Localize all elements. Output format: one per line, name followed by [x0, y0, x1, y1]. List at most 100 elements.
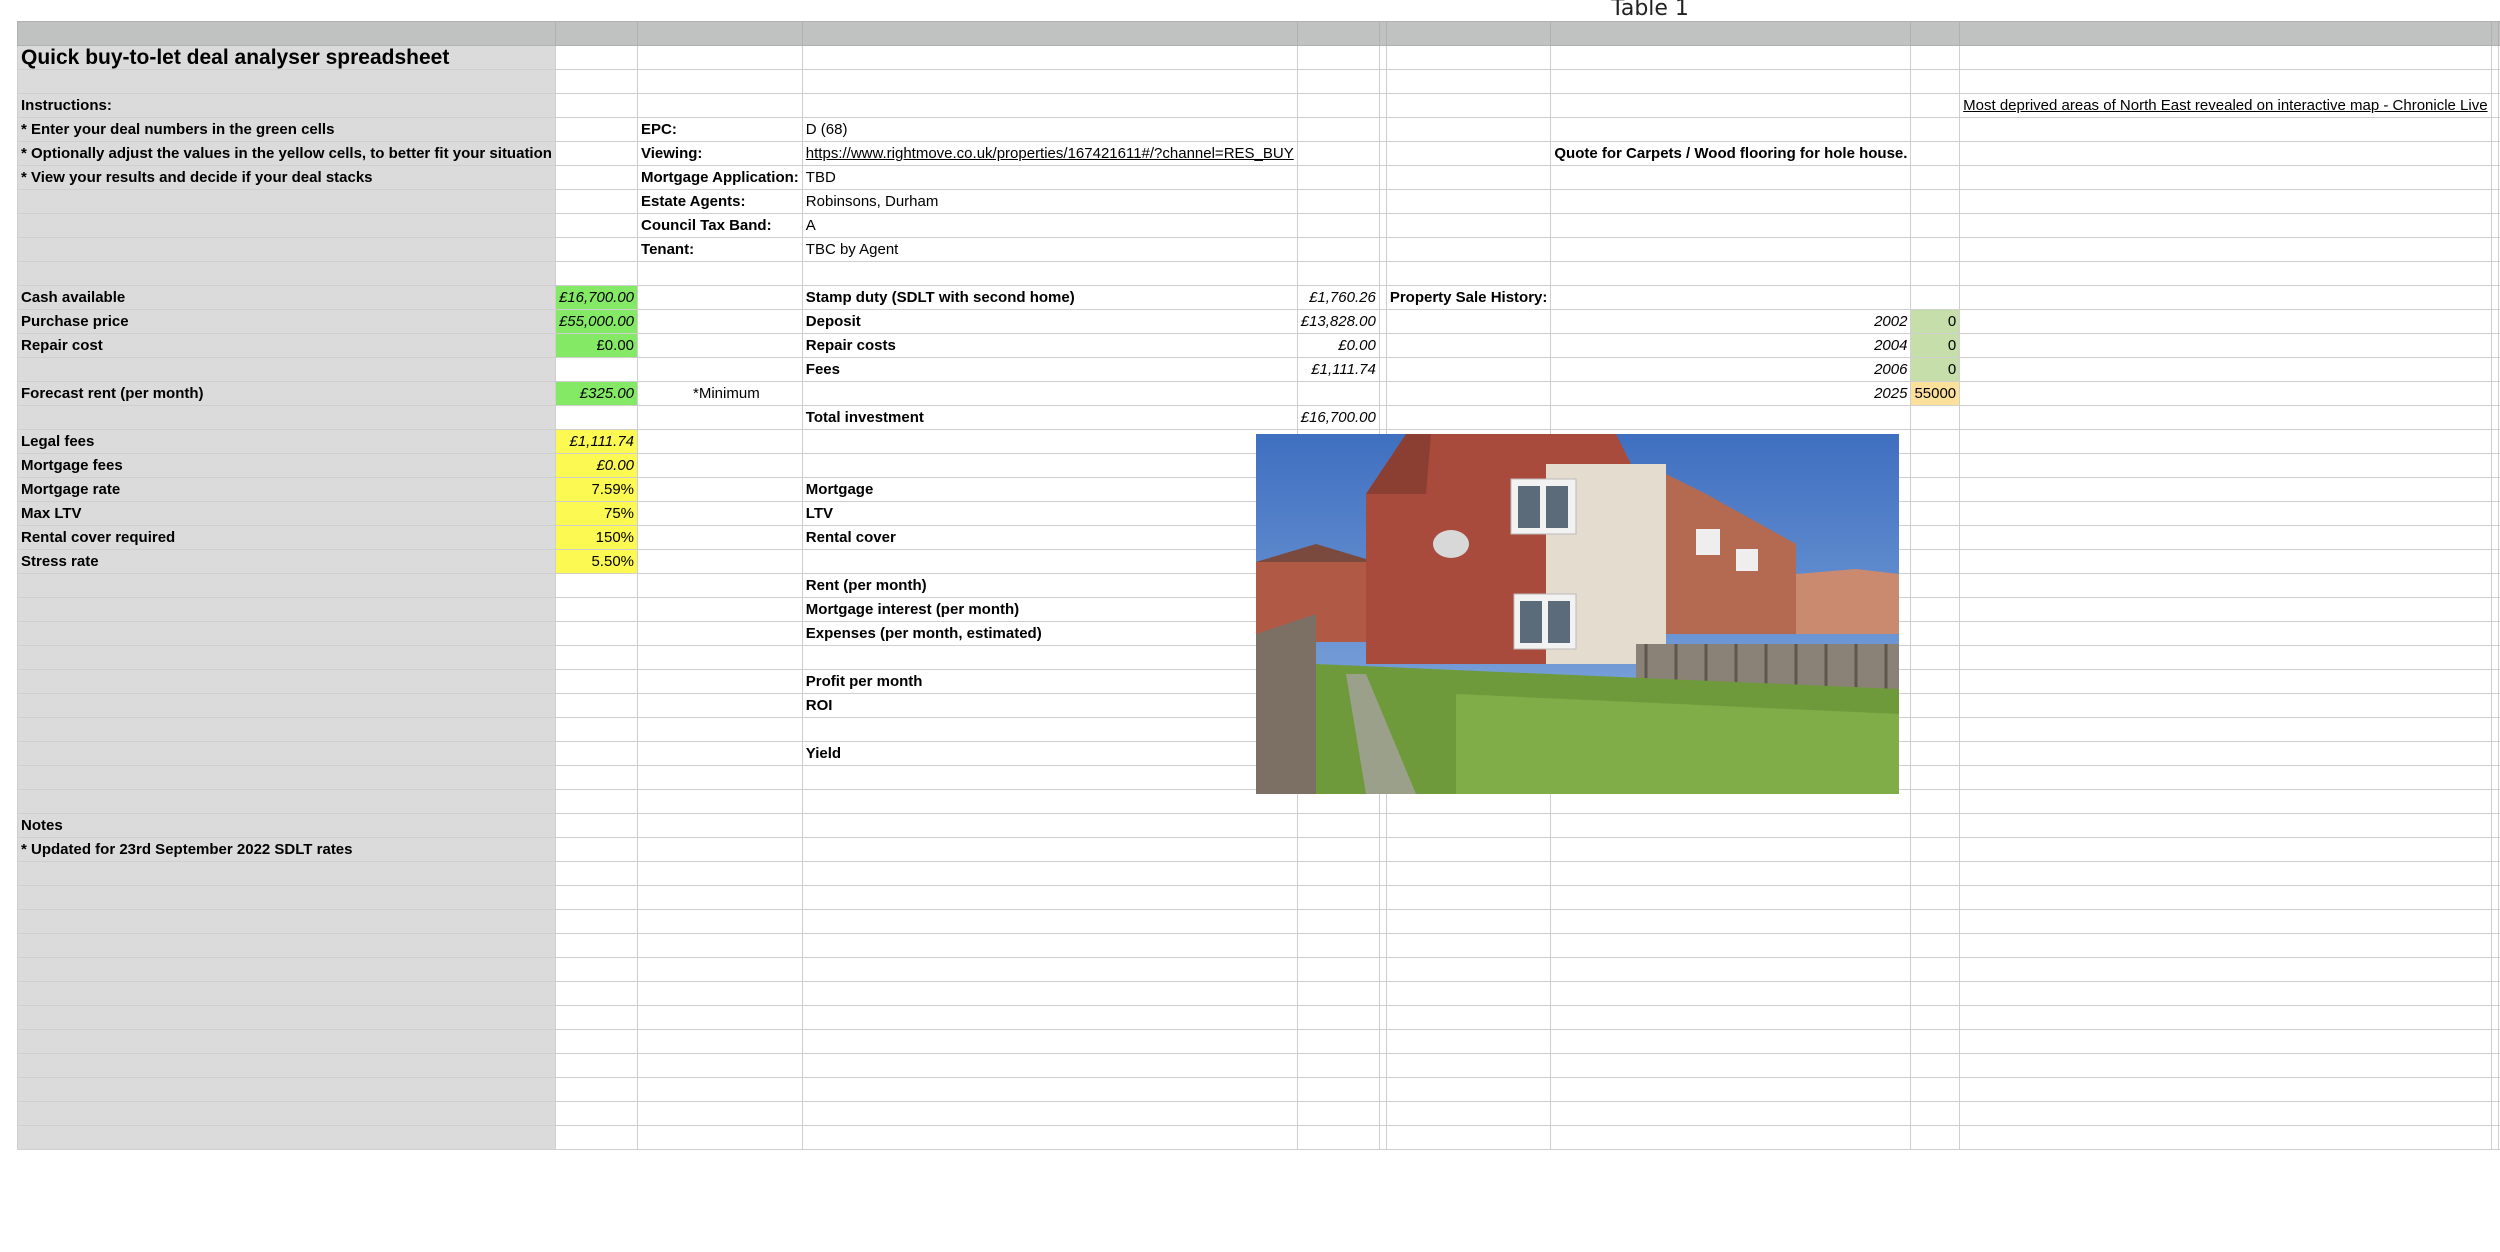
sheet-cell[interactable] — [1296, 237, 1380, 262]
sheet-cell[interactable] — [1378, 813, 1387, 838]
sheet-cell[interactable] — [1550, 981, 1912, 1006]
sheet-cell[interactable] — [1959, 333, 2492, 358]
sheet-cell[interactable] — [2490, 261, 2499, 286]
sheet-cell[interactable] — [17, 621, 556, 646]
sheet-cell[interactable] — [1385, 333, 1552, 358]
sheet-cell[interactable] — [1378, 45, 1387, 70]
sheet-cell[interactable] — [801, 45, 1298, 70]
sheet-cell[interactable] — [2490, 429, 2499, 454]
sheet-cell[interactable] — [1550, 1005, 1912, 1030]
sheet-cell[interactable] — [554, 1005, 639, 1030]
max-ltv-input[interactable]: 75% — [554, 501, 639, 526]
sheet-cell[interactable] — [1959, 645, 2492, 670]
sheet-cell[interactable] — [554, 741, 639, 766]
sheet-cell[interactable] — [1910, 45, 1961, 70]
sheet-cell[interactable] — [1385, 861, 1552, 886]
legal-fees-input[interactable]: £1,111.74 — [554, 429, 639, 454]
sheet-cell[interactable] — [637, 645, 803, 670]
sheet-cell[interactable] — [1378, 117, 1387, 142]
sheet-cell[interactable] — [17, 69, 556, 94]
purchase-price-input[interactable]: £55,000.00 — [554, 309, 639, 334]
sheet-cell[interactable] — [1910, 861, 1961, 886]
sheet-cell[interactable] — [1910, 957, 1961, 982]
sheet-cell[interactable] — [2490, 837, 2499, 862]
sheet-cell[interactable] — [1550, 1053, 1912, 1078]
sheet-cell[interactable] — [637, 909, 803, 934]
sheet-cell[interactable] — [17, 741, 556, 766]
sheet-cell[interactable] — [1385, 1053, 1552, 1078]
sheet-cell[interactable] — [801, 885, 1298, 910]
sheet-cell[interactable] — [1378, 1053, 1387, 1078]
sheet-cell[interactable] — [1910, 1053, 1961, 1078]
sheet-cell[interactable] — [801, 453, 1298, 478]
sheet-cell[interactable] — [1910, 549, 1961, 574]
sheet-cell[interactable] — [801, 1005, 1298, 1030]
sheet-cell[interactable] — [1910, 933, 1961, 958]
sheet-cell[interactable] — [637, 597, 803, 622]
sheet-cell[interactable] — [2490, 765, 2499, 790]
sheet-cell[interactable] — [554, 573, 639, 598]
sheet-cell[interactable] — [1910, 621, 1961, 646]
sheet-cell[interactable] — [1296, 1053, 1380, 1078]
sheet-cell[interactable] — [1385, 933, 1552, 958]
sheet-cell[interactable] — [1550, 261, 1912, 286]
sheet-cell[interactable] — [17, 189, 556, 214]
sheet-cell[interactable] — [1959, 381, 2492, 406]
sheet-cell[interactable] — [1550, 1101, 1912, 1126]
sheet-cell[interactable] — [2490, 45, 2499, 70]
sheet-cell[interactable] — [1959, 405, 2492, 430]
sheet-cell[interactable] — [1378, 357, 1387, 382]
sheet-cell[interactable] — [1959, 669, 2492, 694]
sheet-cell[interactable] — [1910, 189, 1961, 214]
sheet-cell[interactable] — [554, 213, 639, 238]
sheet-cell[interactable] — [1378, 285, 1387, 310]
sheet-cell[interactable] — [1910, 1077, 1961, 1102]
sheet-cell[interactable] — [637, 813, 803, 838]
sheet-cell[interactable] — [637, 453, 803, 478]
sheet-cell[interactable] — [17, 957, 556, 982]
sheet-cell[interactable] — [17, 1077, 556, 1102]
chronicle-live-link[interactable]: Most deprived areas of North East reveal… — [1959, 93, 2492, 118]
sheet-cell[interactable] — [1959, 621, 2492, 646]
sheet-cell[interactable] — [1959, 309, 2492, 334]
sheet-cell[interactable] — [2490, 597, 2499, 622]
sheet-cell[interactable] — [2490, 741, 2499, 766]
sheet-cell[interactable] — [637, 93, 803, 118]
sheet-cell[interactable] — [2490, 981, 2499, 1006]
sheet-cell[interactable] — [2490, 813, 2499, 838]
sheet-cell[interactable] — [1385, 405, 1552, 430]
sheet-cell[interactable] — [637, 45, 803, 70]
sheet-cell[interactable] — [801, 789, 1298, 814]
sheet-cell[interactable] — [1550, 933, 1912, 958]
sheet-cell[interactable] — [2490, 477, 2499, 502]
sheet-cell[interactable] — [1959, 429, 2492, 454]
sheet-cell[interactable] — [1296, 861, 1380, 886]
sheet-cell[interactable] — [637, 693, 803, 718]
sheet-cell[interactable] — [1378, 261, 1387, 286]
sheet-cell[interactable] — [2490, 93, 2499, 118]
sheet-cell[interactable] — [1959, 525, 2492, 550]
sheet-cell[interactable] — [1910, 501, 1961, 526]
sheet-cell[interactable] — [554, 357, 639, 382]
sheet-cell[interactable] — [1296, 813, 1380, 838]
sheet-cell[interactable] — [1959, 765, 2492, 790]
sheet-cell[interactable] — [637, 885, 803, 910]
sheet-cell[interactable] — [1296, 933, 1380, 958]
sheet-cell[interactable] — [1378, 861, 1387, 886]
sheet-cell[interactable] — [17, 213, 556, 238]
sheet-cell[interactable] — [1959, 501, 2492, 526]
sheet-cell[interactable] — [1910, 525, 1961, 550]
sheet-cell[interactable] — [1296, 885, 1380, 910]
sheet-cell[interactable] — [801, 1125, 1298, 1150]
sheet-cell[interactable] — [801, 933, 1298, 958]
sheet-cell[interactable] — [637, 309, 803, 334]
sheet-cell[interactable] — [1959, 693, 2492, 718]
sheet-cell[interactable] — [637, 477, 803, 502]
sheet-cell[interactable] — [1910, 237, 1961, 262]
sheet-cell[interactable] — [1910, 909, 1961, 934]
sheet-cell[interactable] — [554, 597, 639, 622]
sheet-cell[interactable] — [17, 909, 556, 934]
sheet-cell[interactable] — [637, 765, 803, 790]
sheet-cell[interactable] — [1910, 789, 1961, 814]
sheet-cell[interactable] — [801, 717, 1298, 742]
